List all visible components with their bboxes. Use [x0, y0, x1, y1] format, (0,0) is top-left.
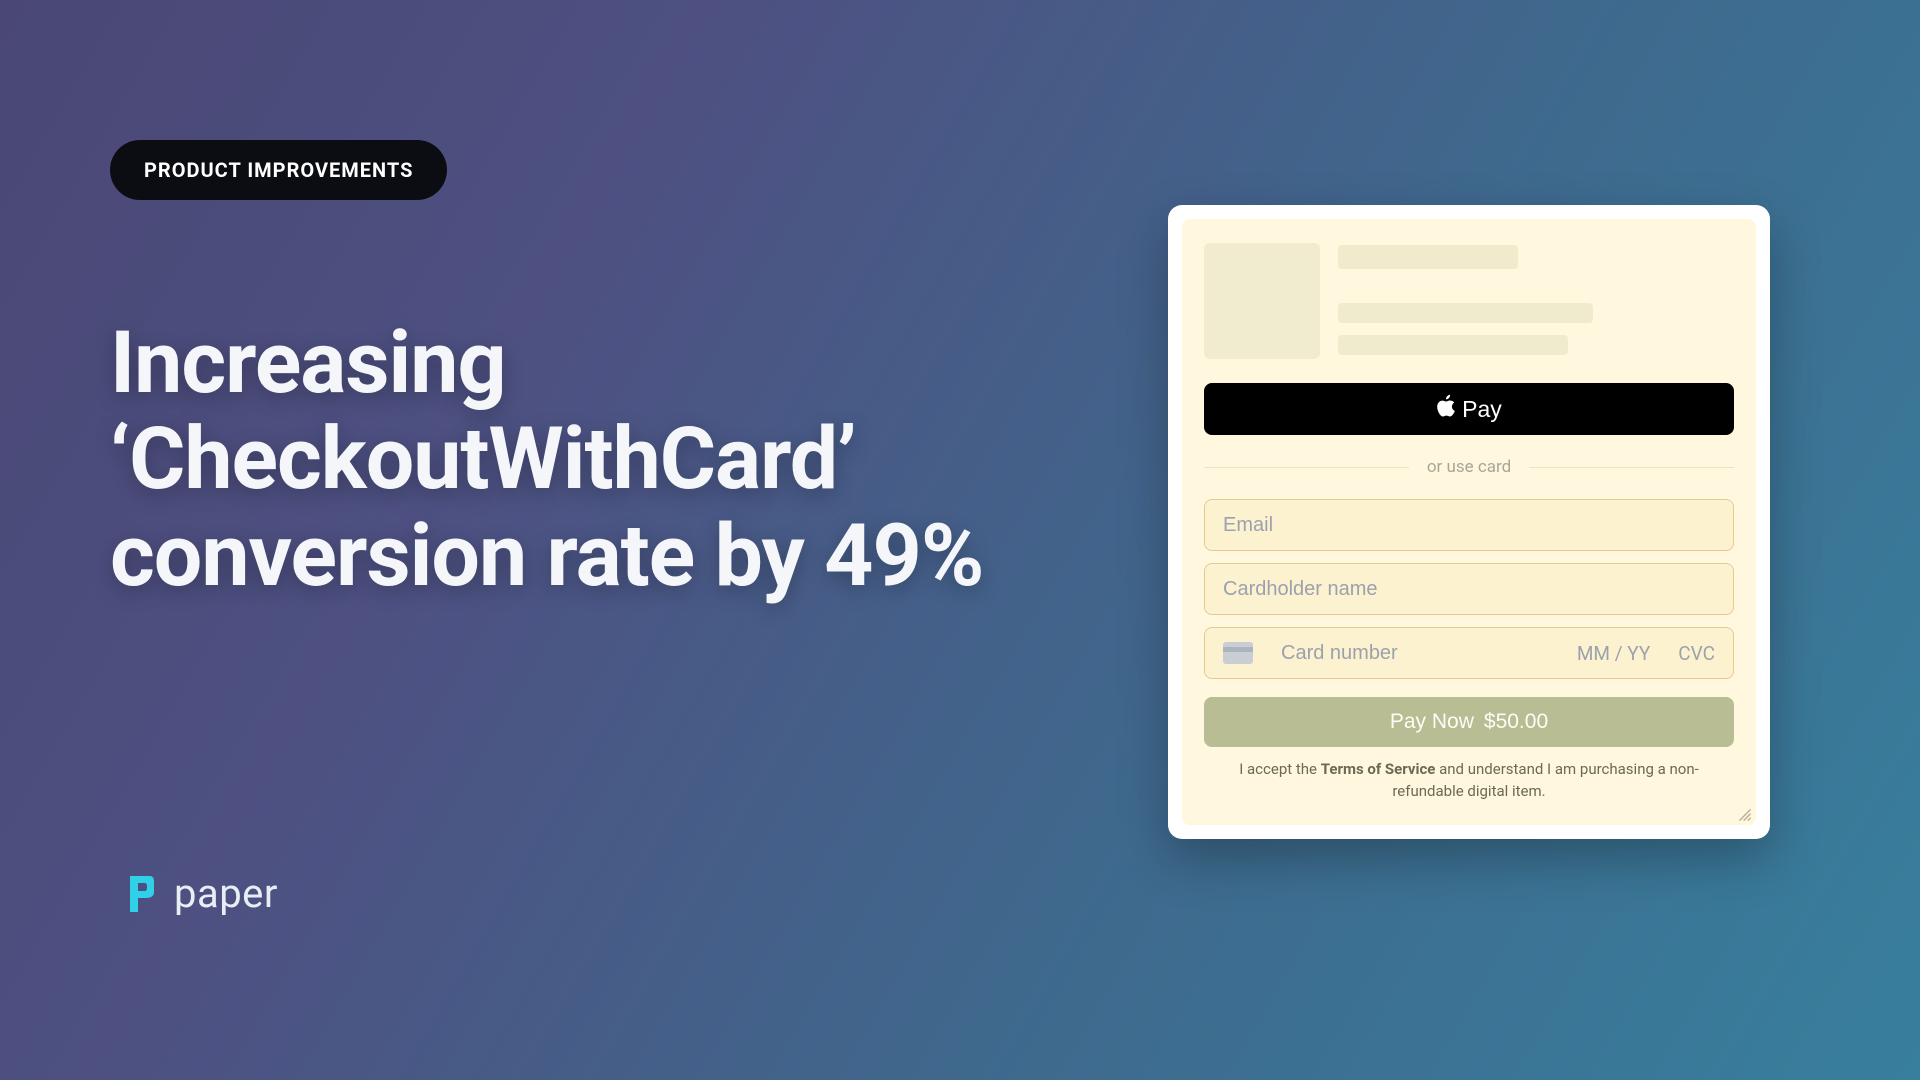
cvc-placeholder[interactable]: CVC: [1678, 642, 1715, 665]
pay-now-amount: $50.00: [1484, 710, 1548, 734]
or-divider: or use card: [1204, 457, 1734, 477]
apple-pay-label: Pay: [1462, 396, 1502, 423]
email-field-wrapper[interactable]: [1204, 499, 1734, 551]
credit-card-icon: [1223, 642, 1253, 664]
product-title-placeholder: [1338, 245, 1518, 269]
disclaimer-prefix: I accept the: [1239, 760, 1321, 778]
tos-disclaimer: I accept the Terms of Service and unders…: [1204, 759, 1734, 809]
product-summary: [1204, 243, 1734, 359]
expiry-placeholder[interactable]: MM / YY: [1577, 642, 1650, 665]
brand-name: paper: [174, 870, 278, 917]
card-field-wrapper[interactable]: MM / YY CVC: [1204, 627, 1734, 679]
divider-text: or use card: [1427, 457, 1511, 477]
email-field[interactable]: [1223, 514, 1715, 537]
pay-now-button[interactable]: Pay Now $50.00: [1204, 697, 1734, 747]
apple-logo-icon: [1436, 394, 1456, 424]
product-line-placeholder: [1338, 335, 1568, 355]
tos-link[interactable]: Terms of Service: [1321, 760, 1436, 778]
category-badge: PRODUCT IMPROVEMENTS: [110, 140, 447, 200]
paper-logo-icon: [128, 874, 156, 914]
cardholder-name-field-wrapper[interactable]: [1204, 563, 1734, 615]
pay-now-label: Pay Now: [1390, 710, 1474, 734]
card-number-field[interactable]: [1281, 642, 1563, 665]
product-thumbnail-placeholder: [1204, 243, 1320, 359]
apple-pay-button[interactable]: Pay: [1204, 383, 1734, 435]
product-line-placeholder: [1338, 303, 1593, 323]
disclaimer-suffix: and understand I am purchasing a non-ref…: [1392, 760, 1698, 800]
resize-handle-icon[interactable]: [1738, 807, 1752, 821]
brand-logo: paper: [128, 870, 278, 917]
page-title: Increasing ‘CheckoutWithCard’ conversion…: [110, 315, 1010, 604]
checkout-card: Pay or use card MM / YY CVC Pay Now $50.…: [1168, 205, 1770, 839]
cardholder-name-field[interactable]: [1223, 578, 1715, 601]
